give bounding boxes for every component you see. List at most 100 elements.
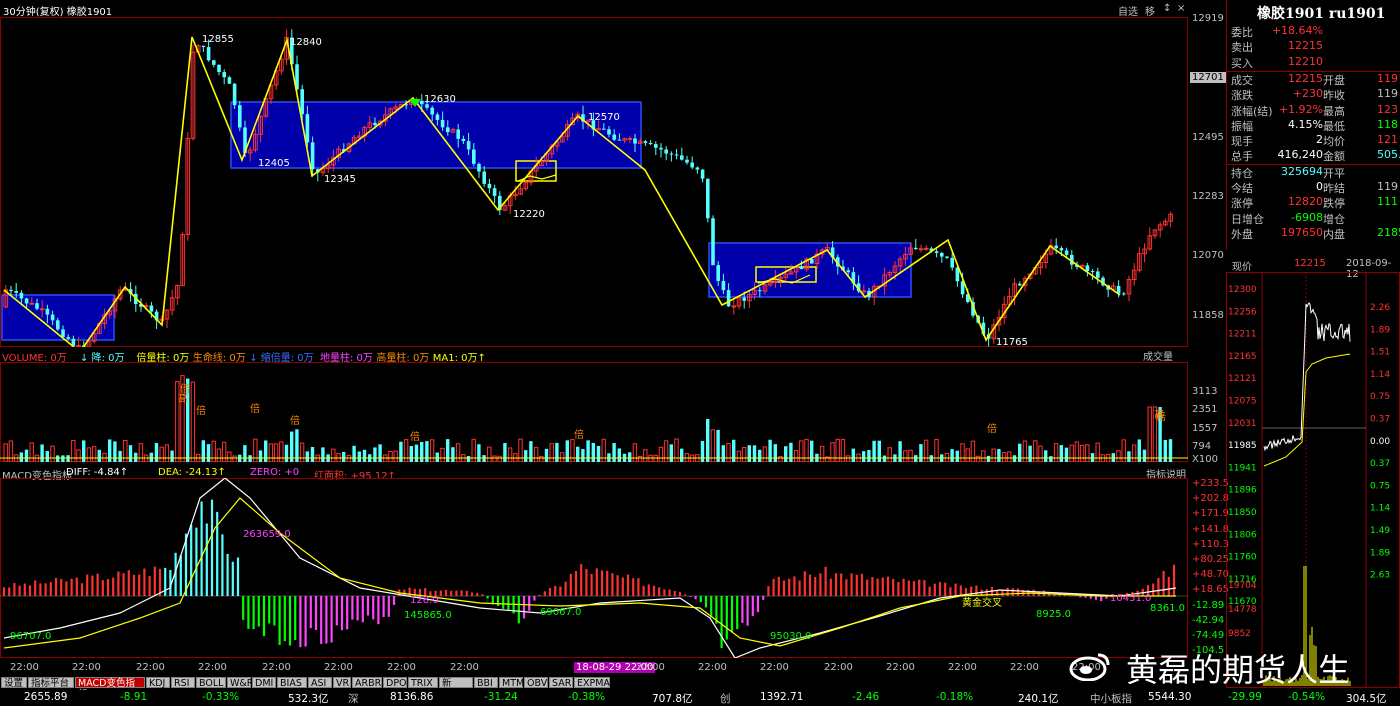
indicator-tab[interactable]: TRIX xyxy=(408,677,438,689)
mini-y-label: 11985 xyxy=(1228,441,1257,451)
volume-bar xyxy=(190,381,196,462)
indicator-tab[interactable]: OBV xyxy=(524,677,548,689)
quote-value: 12210 xyxy=(1288,54,1323,68)
candle-body xyxy=(29,302,35,305)
header-btn-close[interactable]: × xyxy=(1177,3,1185,14)
indicator-tab[interactable]: MTM xyxy=(499,677,524,689)
mini-y-label: 12121 xyxy=(1228,374,1257,384)
volume-bar xyxy=(669,444,673,462)
mini-pct-label: 1.14 xyxy=(1370,504,1390,514)
indicator-tab[interactable]: BBI xyxy=(474,677,498,689)
volume-bar xyxy=(549,443,554,462)
candle-body xyxy=(1059,248,1064,251)
candle-body xyxy=(758,290,762,292)
quote-label: 最高 xyxy=(1323,104,1345,118)
indicator-tab[interactable]: DMI xyxy=(252,677,276,689)
time-label: 22:00 xyxy=(136,662,165,673)
macd-area-label: 263659.0 xyxy=(243,529,291,540)
quote-value: 121 xyxy=(1377,133,1398,147)
volume-bar xyxy=(1044,450,1048,462)
time-label: 22:00 xyxy=(636,662,665,673)
header-btn-favorites[interactable]: 自选 xyxy=(1118,3,1138,18)
status-value: -0.33% xyxy=(202,691,240,703)
volume-bar xyxy=(466,456,471,462)
indicator-tab[interactable]: ASI xyxy=(308,677,332,689)
quote-row: 涨幅(结) +1.92% 最高 123 xyxy=(1227,103,1398,118)
quote-title: 橡胶1901 ru1901 xyxy=(1257,6,1386,22)
indicator-tab[interactable]: SAR xyxy=(549,677,573,689)
volume-bar xyxy=(420,441,424,462)
volume-bar xyxy=(507,447,513,462)
candle-body xyxy=(674,154,679,156)
price-annotation: 11765 xyxy=(996,337,1028,347)
volume-bar xyxy=(632,443,638,462)
quote-label: 最低 xyxy=(1323,119,1345,133)
candle-body xyxy=(940,252,944,257)
candle-body xyxy=(799,266,804,270)
volume-bar xyxy=(835,438,840,462)
macd-legend-item: ZERO: +0 xyxy=(250,467,300,478)
candle-body xyxy=(716,265,720,281)
volume-bar xyxy=(929,455,933,462)
intraday-mini: 现价 12215 2018-09-12 12300 12256 12211 12165… xyxy=(1226,252,1400,688)
indicator-tab[interactable]: MACD变色指标 xyxy=(75,677,145,700)
indicator-tab[interactable]: EXPMA xyxy=(574,677,610,689)
mini-vol-label: 14778 xyxy=(1228,605,1257,615)
volume-bar xyxy=(986,455,991,462)
time-label: 22:00 xyxy=(886,662,915,673)
indicator-tab[interactable]: ARBR xyxy=(352,677,382,689)
quote-row: 卖出 12215 xyxy=(1227,39,1397,54)
volume-bar xyxy=(581,449,585,462)
indicator-tab[interactable]: DPO xyxy=(383,677,407,689)
candle-body xyxy=(466,141,471,150)
volume-bar xyxy=(981,450,986,462)
volume-bar xyxy=(206,444,211,462)
indicator-tab[interactable]: BOLL xyxy=(196,677,226,689)
volume-bar xyxy=(1001,452,1007,462)
indicator-tab[interactable]: RSI xyxy=(171,677,195,689)
indicator-tab[interactable]: BIAS xyxy=(277,677,307,689)
indicator-tab[interactable]: 新DMA xyxy=(439,677,473,700)
quote-label: 内盘 xyxy=(1323,227,1345,241)
volume-bar xyxy=(565,440,569,462)
macd-legend-item: DIFF: -4.84↑ xyxy=(66,467,129,478)
indicator-tab[interactable]: 设置 xyxy=(1,677,27,689)
volume-bar xyxy=(399,441,403,462)
volume-bar xyxy=(1095,442,1100,462)
volume-bar xyxy=(284,444,289,462)
candle-body xyxy=(39,308,45,311)
volume-bar xyxy=(768,439,772,462)
volume-indicator-button[interactable]: 成交量 xyxy=(1143,348,1173,363)
volume-bar xyxy=(487,446,492,462)
volume-bar xyxy=(674,438,679,462)
candle-body xyxy=(300,89,304,115)
candle-body xyxy=(50,314,55,321)
volume-chart: 倍倍 倍倍倍 倍倍倍高高 xyxy=(0,362,1188,462)
quote-label: 现手 xyxy=(1231,135,1253,149)
candlestick-chart[interactable]: 1285512840124051234512630125701222011710… xyxy=(0,17,1188,347)
quote-label: 今结 xyxy=(1231,182,1253,195)
volume-bar xyxy=(663,440,669,462)
volume-bar xyxy=(747,445,751,462)
volume-bar xyxy=(331,448,336,462)
mini-pct-label: 0.37 xyxy=(1370,459,1390,469)
header-btn-move[interactable]: 移 xyxy=(1145,3,1155,18)
indicator-tab[interactable]: VR xyxy=(333,677,351,689)
volume-bar xyxy=(960,443,965,462)
time-label: 22:00 xyxy=(72,662,101,673)
header-btn-resize[interactable]: ↕ xyxy=(1163,3,1171,14)
indicator-tab[interactable]: KDJ xyxy=(146,677,170,689)
indicator-tab[interactable]: W&R xyxy=(227,677,253,689)
quote-label: 涨幅(结) xyxy=(1231,104,1273,118)
candle-body xyxy=(482,171,486,184)
volume-bar xyxy=(903,450,908,462)
volume-bar xyxy=(149,452,153,462)
quote-label: 总手 xyxy=(1231,150,1253,164)
volume-bar xyxy=(128,445,133,462)
mini-y-label: 11941 xyxy=(1228,463,1257,473)
quote-value: 325694 xyxy=(1281,164,1323,178)
indicator-tab[interactable]: 指标平台 xyxy=(28,677,74,689)
macd-area-label: 145865.0 xyxy=(404,610,452,621)
volume-bar xyxy=(793,450,799,462)
candle-body xyxy=(945,256,949,258)
